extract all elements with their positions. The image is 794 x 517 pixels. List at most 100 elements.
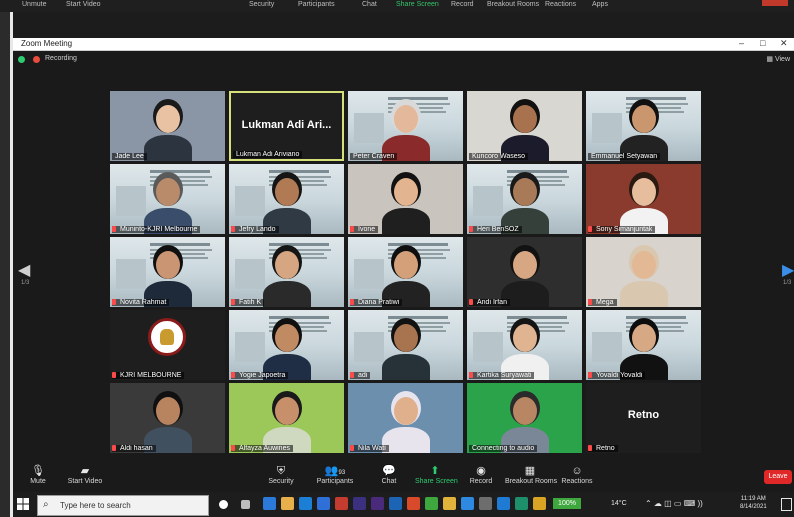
video-tile[interactable]: Retno Retno — [586, 383, 701, 453]
participant-face — [275, 178, 299, 206]
chat-button[interactable]: 💬 Chat — [377, 464, 401, 485]
participant-face — [513, 397, 537, 425]
apps-label[interactable]: Apps — [592, 1, 608, 8]
unmute-label[interactable]: Unmute — [22, 1, 47, 8]
participants-count: 93 — [338, 470, 346, 476]
participants-label[interactable]: Participants — [298, 1, 335, 8]
participant-name-label: Jefry Lando — [231, 226, 279, 233]
prev-page-arrow-icon[interactable]: ◀ — [18, 260, 30, 280]
notification-icon[interactable] — [781, 498, 792, 511]
video-tile[interactable]: Heri BenSOZ — [467, 164, 582, 234]
taskbar-clock[interactable]: 11:19 AM 8/14/2021 — [740, 495, 767, 511]
zoom-app-icon[interactable] — [461, 497, 474, 510]
word-icon[interactable] — [317, 497, 330, 510]
photos-icon[interactable] — [497, 497, 510, 510]
powerpoint-icon[interactable] — [407, 497, 420, 510]
video-tile[interactable]: Nila Wati — [348, 383, 463, 453]
video-tile[interactable]: Yogie Japoetra — [229, 310, 344, 380]
slide-detail — [354, 332, 384, 362]
video-tile[interactable]: KJRI MELBOURNE — [110, 310, 225, 380]
minimize-button[interactable]: – — [739, 38, 744, 48]
security-label[interactable]: Security — [249, 1, 274, 8]
system-tray-icons[interactable]: ⌃ ☁ ◫ ▭ ⌨ )) — [645, 499, 703, 508]
video-tile[interactable]: Jefry Lando — [229, 164, 344, 234]
video-tile[interactable]: Kuncoro Waseso — [467, 91, 582, 161]
participant-body — [263, 281, 311, 307]
video-tile[interactable]: Jade Lee — [110, 91, 225, 161]
app-icon[interactable] — [533, 497, 546, 510]
slide-detail — [235, 186, 265, 216]
muted-microphone-icon — [588, 226, 592, 232]
cortana-icon[interactable] — [219, 500, 228, 509]
video-tile[interactable]: Fatih K — [229, 237, 344, 307]
record-button[interactable]: ◉ Record — [467, 464, 495, 485]
excel-icon[interactable] — [515, 497, 528, 510]
video-tile[interactable]: Emmanuel Setyawan — [586, 91, 701, 161]
video-tile[interactable]: adi — [348, 310, 463, 380]
windows-taskbar: ⌕ Type here to search 100% 14°C ⌃ ☁ ◫ ▭ … — [13, 492, 794, 517]
participants-button[interactable]: 👥93 Participants — [313, 464, 357, 485]
slide-detail — [235, 259, 265, 289]
weather-temperature[interactable]: 14°C — [611, 500, 627, 507]
video-tile[interactable]: Connecting to audio — [467, 383, 582, 453]
participant-name-label: Andi Irfan — [469, 299, 510, 306]
video-tile[interactable]: Sony Simanjuntak — [586, 164, 701, 234]
start-video-button[interactable]: ▰ Start Video — [63, 464, 107, 485]
top-leave-button[interactable] — [762, 0, 788, 6]
muted-microphone-icon — [231, 445, 235, 451]
chat-label[interactable]: Chat — [362, 1, 377, 8]
photoshop-icon[interactable] — [389, 497, 402, 510]
video-tile[interactable]: Aldi hasan — [110, 383, 225, 453]
record-label[interactable]: Record — [451, 1, 474, 8]
close-button[interactable]: ✕ — [780, 38, 788, 49]
video-tile[interactable]: Andi Irfan — [467, 237, 582, 307]
video-tile[interactable]: Ivone — [348, 164, 463, 234]
zoom-percent-badge[interactable]: 100% — [553, 498, 581, 509]
video-tile[interactable]: Novita Rahmat — [110, 237, 225, 307]
chrome-icon[interactable] — [443, 497, 456, 510]
window-title: Zoom Meeting — [21, 39, 73, 48]
slide-detail — [150, 170, 210, 173]
next-page-arrow-icon[interactable]: ▶ — [782, 260, 794, 280]
video-tile[interactable]: Alfayza Auwines — [229, 383, 344, 453]
edge-icon[interactable] — [263, 497, 276, 510]
camera-icon[interactable] — [479, 497, 492, 510]
record-icon: ◉ — [476, 465, 486, 477]
video-tile[interactable]: Kartika Suryawati — [467, 310, 582, 380]
taskbar-search-box[interactable]: ⌕ Type here to search — [37, 495, 209, 516]
mute-label: Mute — [30, 478, 46, 485]
mail-icon[interactable] — [299, 497, 312, 510]
mute-button[interactable]: 🎙 Mute — [23, 464, 53, 485]
windows-start-icon[interactable] — [17, 498, 29, 510]
video-tile[interactable]: Yovaldi Yovaldi — [586, 310, 701, 380]
spotify-icon[interactable] — [425, 497, 438, 510]
video-tile[interactable]: Mega — [586, 237, 701, 307]
share-screen-button[interactable]: ⬆ Share Screen — [415, 464, 458, 485]
premiere-icon[interactable] — [371, 497, 384, 510]
security-button[interactable]: ⛨ Security — [265, 464, 297, 485]
after-effects-icon[interactable] — [353, 497, 366, 510]
video-tile[interactable]: Peter Craven — [348, 91, 463, 161]
start-video-label[interactable]: Start Video — [66, 1, 101, 8]
acrobat-icon[interactable] — [335, 497, 348, 510]
breakout-rooms-label[interactable]: Breakout Rooms — [487, 1, 539, 8]
video-tile[interactable]: Diana Pratiwi — [348, 237, 463, 307]
reactions-button[interactable]: ☺ Reactions — [561, 464, 593, 485]
slide-detail — [354, 259, 384, 289]
right-page-indicator: 1/3 — [783, 280, 792, 286]
participant-face — [156, 178, 180, 206]
emblem-bird-shape — [160, 329, 174, 345]
share-screen-label[interactable]: Share Screen — [396, 1, 439, 8]
reactions-label[interactable]: Reactions — [545, 1, 576, 8]
task-view-icon[interactable] — [241, 500, 250, 509]
muted-microphone-icon — [588, 445, 592, 451]
video-tile[interactable]: Lukman Adi Ari... Lukman Adi Ariviano — [229, 91, 344, 161]
breakout-rooms-button[interactable]: ▦ Breakout Rooms — [505, 464, 557, 485]
video-tile[interactable]: Muninto-KJRI Melbourne — [110, 164, 225, 234]
view-button[interactable]: ▦ View — [766, 55, 790, 63]
leave-button[interactable]: Leave — [764, 470, 792, 484]
shield-icon[interactable] — [18, 56, 25, 63]
file-explorer-icon[interactable] — [281, 497, 294, 510]
maximize-button[interactable]: □ — [760, 38, 765, 48]
participant-name-label: Emmanuel Setyawan — [588, 153, 661, 160]
